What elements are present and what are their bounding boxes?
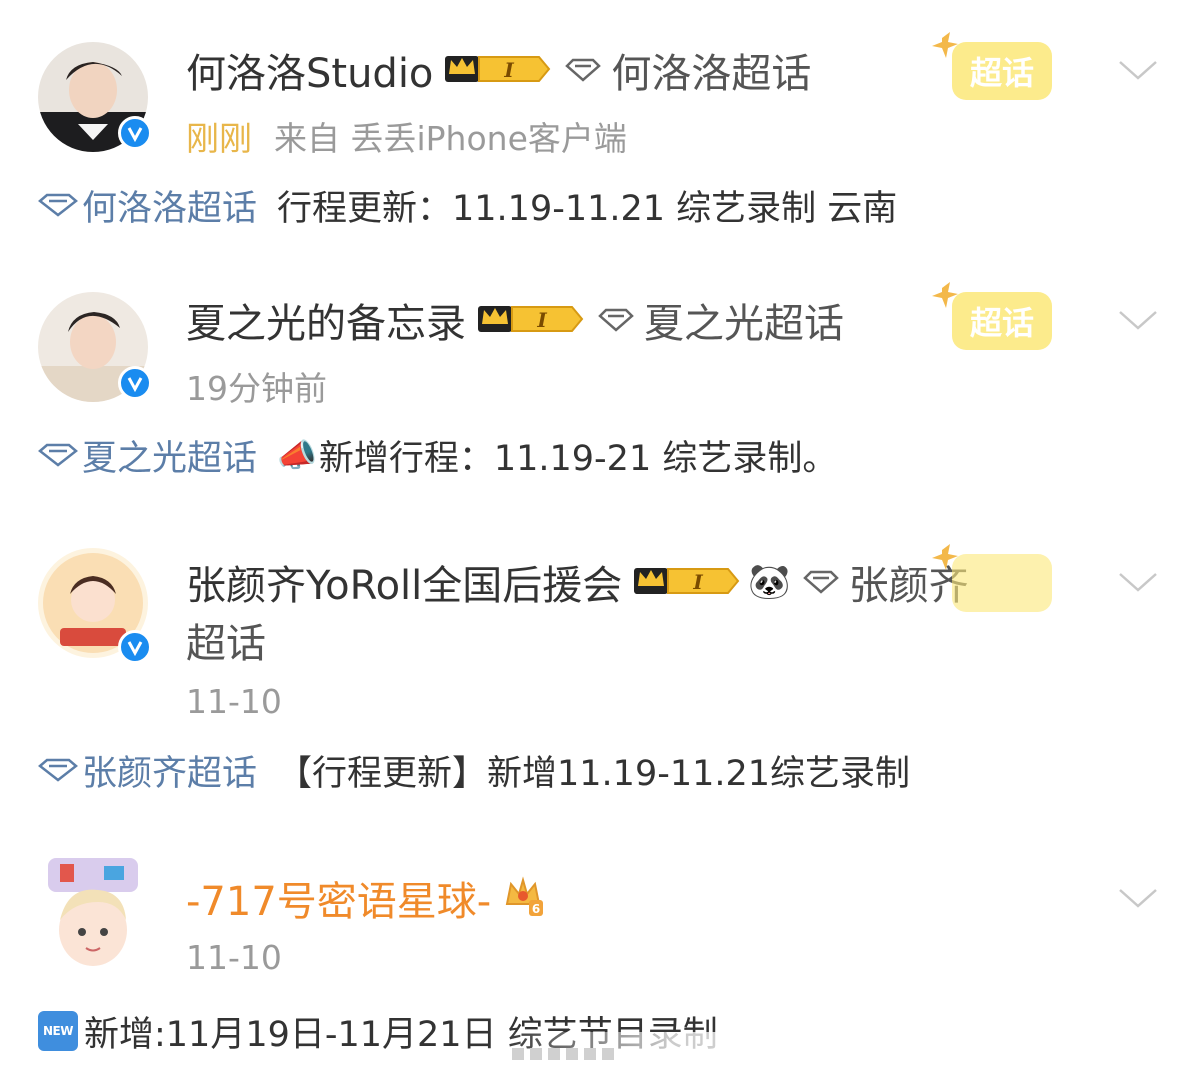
super-topic-wrap[interactable]: 超话 [186,614,266,667]
diamond-icon [565,58,602,82]
topic-label: 何洛洛超话 [82,188,258,229]
post-time: 11-10 [186,682,282,721]
post-body: 何洛洛超话 行程更新：11.19-11.21 综艺录制 云南 [38,180,897,230]
super-topic-label: 何洛洛超话 [611,51,812,97]
post-meta: 刚刚 来自 丢丢iPhone客户端 [186,112,627,160]
chevron-down-icon[interactable] [1118,570,1158,594]
post-text: 新增行程：11.19-21 综艺录制。 [318,438,838,479]
post-text: 【行程更新】新增11.19-11.21综艺录制 [277,753,911,794]
super-topic-label-cont: 超话 [186,621,266,667]
crown-rank-icon[interactable]: I [632,560,742,604]
diamond-icon [38,443,78,467]
diamond-icon [38,193,78,217]
avatar[interactable] [38,858,148,968]
user-name[interactable]: 何洛洛Studio [186,41,433,99]
svg-text:6: 6 [532,902,540,916]
user-name[interactable]: -717号密语星球- [186,869,491,927]
super-topic-sticker[interactable] [912,540,1062,624]
super-topic-sticker[interactable]: 超话 [912,28,1062,112]
watermark [500,1032,1190,1080]
svg-text:超话: 超话 [970,54,1034,92]
post-time: 11-10 [186,938,282,977]
post-body: 夏之光超话 📣 新增行程：11.19-21 综艺录制。 [38,430,837,480]
super-topic-link[interactable]: 夏之光超话 [598,291,844,349]
crown-rank-icon[interactable]: I [476,298,586,342]
topic-label: 张颜齐超话 [82,753,258,794]
name-row: 张颜齐YoRoll全国后援会 I 🐼 张颜齐 [186,554,969,610]
verified-icon [118,366,152,400]
topic-link[interactable]: 何洛洛超话 [38,180,257,231]
verified-icon [118,116,152,150]
panda-icon: 🐼 [748,562,791,602]
fan-crown-icon[interactable]: 6 [501,874,545,922]
diamond-icon [38,758,78,782]
topic-link[interactable]: 夏之光超话 [38,430,257,481]
chevron-down-icon[interactable] [1118,58,1158,82]
super-topic-label: 夏之光超话 [644,301,844,347]
post-meta: 19分钟前 [186,362,327,410]
chevron-down-icon[interactable] [1118,308,1158,332]
post-time: 刚刚 [186,119,252,158]
post-meta: 11-10 [186,682,282,721]
topic-label: 夏之光超话 [82,438,258,479]
svg-text:I: I [536,308,547,332]
diamond-icon [598,308,634,332]
crown-rank-icon[interactable]: I [443,48,553,92]
post-body: 张颜齐超话 【行程更新】新增11.19-11.21综艺录制 [38,745,910,795]
post-source: 来自 丢丢iPhone客户端 [274,119,627,158]
svg-text:I: I [693,570,704,594]
super-topic-sticker[interactable]: 超话 [912,278,1062,362]
name-row: -717号密语星球- 6 [186,870,545,926]
svg-text:I: I [504,58,515,82]
super-topic-link[interactable]: 何洛洛超话 [565,41,811,99]
topic-link[interactable]: 张颜齐超话 [38,745,257,796]
verified-icon [118,630,152,664]
post-meta: 11-10 [186,938,282,977]
name-row: 夏之光的备忘录 I 夏之光超话 [186,292,844,348]
user-name[interactable]: 张颜齐YoRoll全国后援会 [186,553,622,611]
svg-text:超话: 超话 [970,304,1034,342]
diamond-icon [802,570,839,594]
post-text: 行程更新：11.19-11.21 综艺录制 云南 [277,188,898,229]
name-row: 何洛洛Studio I 何洛洛超话 [186,42,811,98]
megaphone-icon: 📣 [277,436,317,474]
user-name[interactable]: 夏之光的备忘录 [186,291,466,349]
chevron-down-icon[interactable] [1118,886,1158,910]
new-icon: NEW [38,1011,78,1051]
post-time: 19分钟前 [186,369,327,408]
